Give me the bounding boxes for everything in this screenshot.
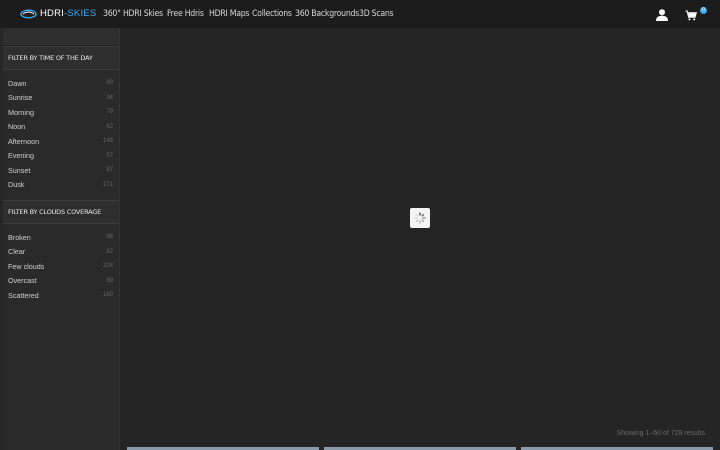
filter-item-dawn[interactable]: Dawn 60: [3, 76, 119, 91]
filter-label: Overcast: [8, 276, 37, 286]
loading-spinner: [410, 208, 430, 228]
filter-sidebar: FILTER BY TIME OF THE DAY Dawn 60 Sunrise…: [3, 28, 120, 450]
nav-item-hdri-maps[interactable]: HDRI Maps: [209, 9, 249, 19]
filter-count: 89: [106, 277, 113, 284]
filter-count: 62: [106, 123, 113, 130]
filter-count: 57: [106, 152, 113, 159]
filter-list-time-of-day: Dawn 60 Sunrise 34 Morning 79 Noon 62 Aftern…: [3, 70, 119, 192]
filter-item-dusk[interactable]: Dusk 171: [3, 178, 119, 193]
filter-item-broken[interactable]: Broken 98: [3, 230, 119, 245]
site-header: HDRI-SKIES 360° HDRI Skies Free Hdris HD…: [0, 0, 720, 28]
filter-count: 224: [102, 263, 113, 270]
filter-label: Broken: [8, 232, 31, 242]
filter-count: 160: [102, 292, 113, 299]
filter-item-sunrise[interactable]: Sunrise 34: [3, 91, 119, 106]
cart-count-badge: 0: [700, 7, 707, 14]
filter-label: Clear: [8, 247, 26, 257]
filter-label: Dusk: [8, 180, 25, 190]
hdri-skies-logo-icon: [20, 9, 37, 19]
filter-label: Morning: [8, 107, 34, 117]
logo-text-skies: -SKIES: [64, 8, 97, 19]
filter-label: Sunset: [8, 165, 31, 175]
logo-text-hdri: HDRI: [40, 8, 65, 19]
filter-count: 82: [106, 248, 113, 255]
filter-label: Sunrise: [8, 93, 33, 103]
cart-icon[interactable]: [685, 10, 697, 21]
site-logo[interactable]: HDRI-SKIES: [20, 8, 96, 20]
logo-text: HDRI-SKIES: [40, 8, 96, 20]
loading-spinner-icon: [414, 212, 426, 224]
filter-count: 98: [106, 234, 113, 241]
filter-item-sunset[interactable]: Sunset 87: [3, 163, 119, 178]
nav-item-free-hdris[interactable]: Free Hdris: [167, 9, 204, 19]
filter-label: Few clouds: [8, 261, 45, 271]
section-title-clouds-coverage: FILTER BY CLOUDS COVERAGE: [3, 200, 119, 224]
filter-count: 60: [106, 80, 113, 87]
filter-count: 148: [102, 138, 113, 145]
results-count: Showing 1–60 of 728 results: [616, 430, 705, 437]
filter-item-evening[interactable]: Evening 57: [3, 149, 119, 164]
filter-item-afternoon[interactable]: Afternoon 148: [3, 134, 119, 149]
nav-item-collections[interactable]: Collections: [252, 9, 292, 19]
nav-item-3d-scans[interactable]: 3D Scans: [359, 9, 394, 19]
filter-list-clouds-coverage: Broken 98 Clear 82 Few clouds 224 Overcast 8…: [3, 224, 119, 303]
filter-label: Noon: [8, 122, 26, 132]
filter-item-scattered[interactable]: Scattered 160: [3, 288, 119, 303]
filter-count: 79: [106, 109, 113, 116]
filter-label: Dawn: [8, 78, 27, 88]
filter-count: 87: [106, 167, 113, 174]
filter-label: Afternoon: [8, 136, 40, 146]
product-grid-area: Showing 1–60 of 728 results: [121, 28, 720, 450]
filter-item-noon[interactable]: Noon 62: [3, 120, 119, 135]
filter-item-overcast[interactable]: Overcast 89: [3, 274, 119, 289]
filter-label: Evening: [8, 151, 34, 161]
nav-item-360-hdri-skies[interactable]: 360° HDRI Skies: [103, 9, 163, 19]
section-title-time-of-day: FILTER BY TIME OF THE DAY: [3, 46, 119, 70]
filter-item-morning[interactable]: Morning 79: [3, 105, 119, 120]
main-nav: 360° HDRI Skies Free Hdris HDRI Maps Col…: [103, 0, 399, 28]
nav-item-360-backgrounds[interactable]: 360 Backgrounds: [295, 9, 359, 19]
filter-item-clear[interactable]: Clear 82: [3, 245, 119, 260]
filter-count: 171: [102, 181, 113, 188]
filter-label: Scattered: [8, 290, 39, 300]
filter-item-few-clouds[interactable]: Few clouds 224: [3, 259, 119, 274]
sidebar-top-bar: [3, 28, 119, 46]
filter-count: 34: [106, 94, 113, 101]
user-icon[interactable]: [655, 9, 669, 21]
